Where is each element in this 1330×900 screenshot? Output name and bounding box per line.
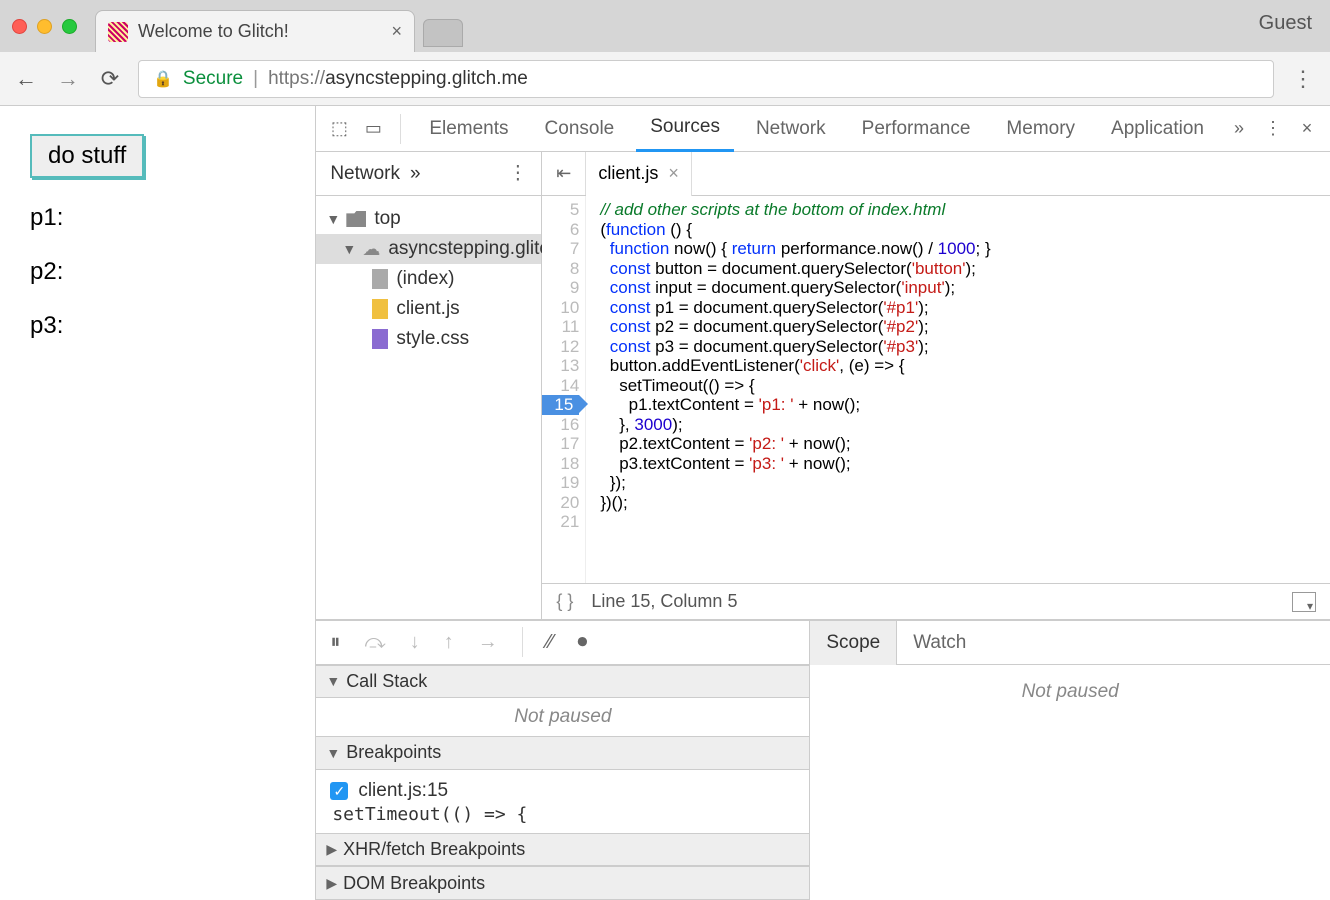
tab-performance[interactable]: Performance	[848, 106, 985, 152]
close-tab-icon[interactable]: ×	[391, 21, 402, 42]
url-separator: |	[253, 68, 258, 90]
breakpoint-row[interactable]: ✓ client.js:15	[330, 778, 795, 804]
tab-elements[interactable]: Elements	[415, 106, 522, 152]
tree-file-index[interactable]: (index)	[316, 264, 541, 294]
forward-button[interactable]: →	[54, 65, 82, 93]
code-editor[interactable]: 56789101112131415161718192021 // add oth…	[542, 196, 1330, 583]
inspect-icon[interactable]: ⬚	[326, 118, 352, 139]
file-tree: ▼top ▼☁asyncstepping.glitc (index) clien…	[316, 196, 541, 362]
p3-label: p3:	[30, 312, 285, 340]
tab-application[interactable]: Application	[1097, 106, 1218, 152]
browser-menu-icon[interactable]: ⋮	[1288, 66, 1318, 92]
tree-top[interactable]: ▼top	[316, 204, 541, 234]
window-controls	[12, 19, 77, 34]
tree-file-stylecss[interactable]: style.css	[316, 324, 541, 354]
breakpoints-body: ✓ client.js:15 setTimeout(() => {	[316, 770, 809, 833]
tab-scope[interactable]: Scope	[810, 621, 897, 665]
callstack-header[interactable]: ▼Call Stack	[316, 665, 809, 699]
breakpoint-location: client.js:15	[358, 780, 448, 802]
navigator-more-icon[interactable]: »	[410, 163, 421, 185]
tab-watch[interactable]: Watch	[897, 621, 982, 665]
toggle-navigator-icon[interactable]: ⇤	[542, 152, 586, 195]
navigator-tab-network[interactable]: Network	[330, 163, 400, 185]
scope-body: Not paused	[810, 665, 1330, 900]
maximize-window-icon[interactable]	[62, 19, 77, 34]
p1-label: p1:	[30, 204, 285, 232]
editor-status-bar: { } Line 15, Column 5	[542, 583, 1330, 619]
step-icon[interactable]: →	[478, 631, 498, 654]
tab-memory[interactable]: Memory	[992, 106, 1089, 152]
browser-tab[interactable]: Welcome to Glitch! ×	[95, 10, 415, 52]
deactivate-breakpoints-icon[interactable]: ⁄⁄	[547, 631, 554, 654]
step-out-icon[interactable]: ↑	[444, 631, 454, 654]
navigator-header: Network » ⋮	[316, 152, 541, 196]
file-tab-clientjs[interactable]: client.js ×	[586, 152, 692, 196]
devtools-menu-icon[interactable]: ⋮	[1260, 118, 1286, 139]
favicon-icon	[108, 22, 128, 42]
url-host: asyncstepping.glitch.me	[325, 68, 528, 89]
devtools-tabbar: ⬚ ▭ Elements Console Sources Network Per…	[316, 106, 1330, 152]
xhr-breakpoints-header[interactable]: ▶XHR/fetch Breakpoints	[316, 833, 809, 867]
tab-network[interactable]: Network	[742, 106, 840, 152]
file-icon	[372, 329, 388, 349]
debugger-right: Scope Watch Not paused	[810, 621, 1330, 900]
new-tab-button[interactable]	[423, 19, 463, 47]
tab-sources[interactable]: Sources	[636, 106, 734, 152]
code-content: // add other scripts at the bottom of in…	[586, 196, 1330, 583]
tree-file-clientjs[interactable]: client.js	[316, 294, 541, 324]
device-toggle-icon[interactable]: ▭	[360, 118, 386, 139]
page-content: do stuff p1: p2: p3:	[0, 106, 316, 900]
p2-label: p2:	[30, 258, 285, 286]
navigator-pane: Network » ⋮ ▼top ▼☁asyncstepping.glitc (…	[316, 152, 542, 619]
status-dropdown-icon[interactable]	[1292, 592, 1316, 612]
checkbox-icon[interactable]: ✓	[330, 782, 348, 800]
file-icon	[372, 299, 388, 319]
main-split: do stuff p1: p2: p3: ⬚ ▭ Elements Consol…	[0, 106, 1330, 900]
debugger-left: ⏸ ⤼ ↓ ↑ → ⁄⁄ ⏺ ▼Call Stack Not paused ▼B…	[316, 621, 810, 900]
secure-label: Secure	[183, 68, 243, 90]
format-icon[interactable]: { }	[556, 591, 573, 612]
editor-tabs: ⇤ client.js ×	[542, 152, 1330, 196]
dom-breakpoints-header[interactable]: ▶DOM Breakpoints	[316, 866, 809, 900]
close-file-tab-icon[interactable]: ×	[668, 163, 679, 184]
step-over-icon[interactable]: ⤼	[364, 631, 385, 654]
lock-icon: 🔒	[153, 69, 173, 89]
do-stuff-button[interactable]: do stuff	[30, 134, 144, 178]
navigator-menu-icon[interactable]: ⋮	[508, 162, 527, 185]
pause-icon[interactable]: ⏸	[330, 631, 340, 654]
callstack-body: Not paused	[316, 698, 809, 736]
breakpoint-code: setTimeout(() => {	[330, 804, 795, 825]
gutter[interactable]: 56789101112131415161718192021	[542, 196, 586, 583]
folder-icon	[346, 211, 366, 227]
cloud-icon: ☁	[362, 239, 380, 260]
debugger-pane: ⏸ ⤼ ↓ ↑ → ⁄⁄ ⏺ ▼Call Stack Not paused ▼B…	[316, 620, 1330, 900]
more-tabs-icon[interactable]: »	[1226, 118, 1252, 139]
address-bar[interactable]: 🔒 Secure | https://asyncstepping.glitch.…	[138, 60, 1274, 98]
file-icon	[372, 269, 388, 289]
devtools: ⬚ ▭ Elements Console Sources Network Per…	[316, 106, 1330, 900]
tab-title: Welcome to Glitch!	[138, 21, 289, 42]
scope-watch-tabs: Scope Watch	[810, 621, 1330, 665]
editor-pane: ⇤ client.js × 56789101112131415161718192…	[542, 152, 1330, 619]
reload-button[interactable]: ⟳	[96, 65, 124, 93]
tree-host[interactable]: ▼☁asyncstepping.glitc	[316, 234, 541, 264]
cursor-position: Line 15, Column 5	[591, 591, 737, 612]
step-into-icon[interactable]: ↓	[410, 631, 420, 654]
debugger-toolbar: ⏸ ⤼ ↓ ↑ → ⁄⁄ ⏺	[316, 621, 809, 665]
close-window-icon[interactable]	[12, 19, 27, 34]
back-button[interactable]: ←	[12, 65, 40, 93]
url-scheme: https://	[268, 68, 325, 89]
profile-label[interactable]: Guest	[1259, 12, 1312, 35]
breakpoints-header[interactable]: ▼Breakpoints	[316, 736, 809, 770]
titlebar: Welcome to Glitch! × Guest	[0, 0, 1330, 52]
devtools-close-icon[interactable]: ×	[1294, 118, 1320, 139]
browser-toolbar: ← → ⟳ 🔒 Secure | https://asyncstepping.g…	[0, 52, 1330, 106]
pause-exceptions-icon[interactable]: ⏺	[577, 631, 587, 654]
minimize-window-icon[interactable]	[37, 19, 52, 34]
tab-console[interactable]: Console	[531, 106, 629, 152]
